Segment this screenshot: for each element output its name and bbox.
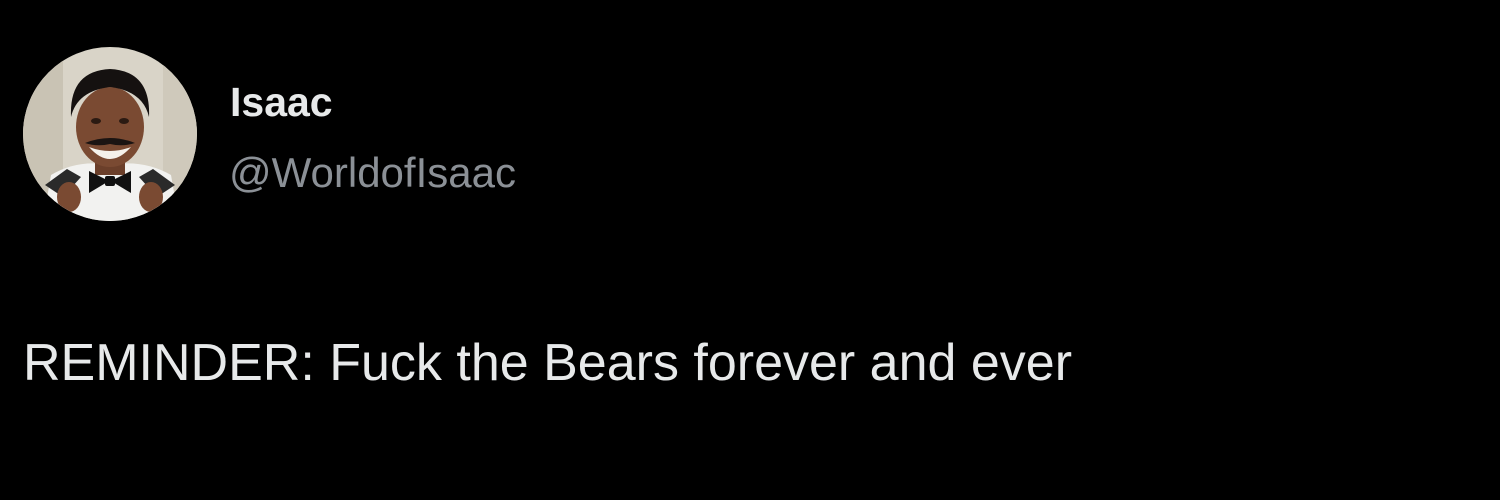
- tweet-text: REMINDER: Fuck the Bears forever and eve…: [23, 334, 1073, 392]
- author-handle[interactable]: @WorldofIsaac: [229, 148, 516, 198]
- author-display-name[interactable]: Isaac: [230, 78, 333, 126]
- tweet-card: Isaac @WorldofIsaac REMINDER: Fuck the B…: [0, 0, 1500, 500]
- avatar[interactable]: [23, 47, 197, 221]
- profile-photo-icon: [23, 47, 197, 221]
